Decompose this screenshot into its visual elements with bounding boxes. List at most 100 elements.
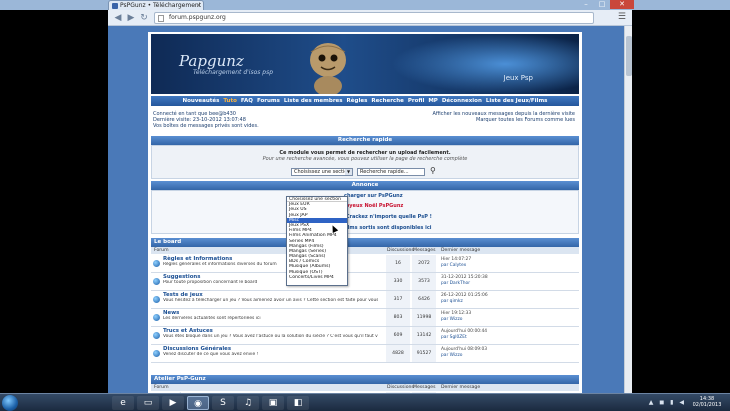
message-count: 6426 xyxy=(412,291,436,308)
nav-item[interactable]: Règles xyxy=(347,98,368,104)
chevron-down-icon[interactable]: ▼ xyxy=(345,169,352,175)
forum-row: News Les dernières actualités sont répert… xyxy=(151,309,579,327)
wrench-icon[interactable]: ☰ xyxy=(618,12,626,22)
nav-item[interactable]: Recherche xyxy=(371,98,404,104)
forum-status-icon xyxy=(153,296,160,303)
scrollbar-thumb[interactable] xyxy=(626,36,632,76)
forum-status-icon xyxy=(153,332,160,339)
message-count: 3573 xyxy=(412,273,436,290)
browser-tab[interactable]: PsPGunz • Téléchargement × xyxy=(108,0,204,10)
nav-item[interactable]: Déconnexion xyxy=(442,98,482,104)
back-arrow-icon[interactable]: ◀ xyxy=(112,12,124,24)
section-dropdown-list[interactable]: Choisissez une section Jeux EUR Jeux US Jeu… xyxy=(286,196,348,286)
last-post-date: Hier 19:12:33 xyxy=(441,311,472,316)
forum-status-icon xyxy=(153,278,160,285)
info-pm[interactable]: Vos boîtes de messages privés sont vides… xyxy=(153,123,577,129)
last-post-date: 31-12-2012 15:20:38 xyxy=(441,275,488,280)
page-icon xyxy=(158,15,164,22)
forum-status-icon xyxy=(153,314,160,321)
sackboy-icon xyxy=(310,43,346,94)
board-title[interactable]: Le board xyxy=(151,239,181,245)
last-post: 31-12-2012 15:20:38 par DarkThor xyxy=(441,275,488,286)
forward-arrow-icon[interactable]: ▶ xyxy=(125,12,137,24)
atelier-header: Atelier PsP-Gunz xyxy=(151,375,579,384)
skype-taskbar-icon[interactable]: S xyxy=(212,396,234,410)
folder-taskbar-icon[interactable]: ▭ xyxy=(137,396,159,410)
spotify-taskbar-icon[interactable]: ♫ xyxy=(237,396,259,410)
quick-search-header: Recherche rapide xyxy=(151,136,579,145)
banner-glow xyxy=(391,34,579,94)
favicon-icon xyxy=(112,3,118,9)
search-icon[interactable]: ⚲ xyxy=(430,166,436,175)
nav-item[interactable]: Nouveautés xyxy=(183,98,220,104)
page-scrollbar[interactable] xyxy=(624,26,632,393)
mark-read-link[interactable]: Marquer toutes les Forums comme lues xyxy=(433,117,575,123)
last-post-date: 26-12-2012 01:25:06 xyxy=(441,293,488,298)
chrome-taskbar-icon[interactable]: ◉ xyxy=(187,396,209,410)
quick-search-hint[interactable]: Pour une recherche avancée, vous pouvez … xyxy=(152,156,578,162)
last-post: Aujourd'hui 00:00:44 par Sgl0ZEt xyxy=(441,329,487,340)
tab-close-icon[interactable]: × xyxy=(196,1,201,10)
nav-item[interactable]: Forums xyxy=(257,98,280,104)
forum-status-icon xyxy=(153,350,160,357)
user-info: Connecté en tant que bee@b430 Dernière v… xyxy=(153,111,577,135)
atelier-column-header: Forum Discussions Messages Dernier messa… xyxy=(151,384,579,391)
nav-item[interactable]: FAQ xyxy=(241,98,253,104)
reload-icon[interactable]: ↻ xyxy=(138,12,150,24)
annonce-line[interactable]: films sortis sont disponibles ici xyxy=(344,225,432,231)
last-post-author[interactable]: par Sgl0ZEt xyxy=(441,335,467,340)
start-button[interactable] xyxy=(2,395,18,411)
dropdown-option[interactable]: Concerts/Lives MP4 xyxy=(287,275,347,280)
annonce-line[interactable]: /Crackez n'importe quelle PsP ! xyxy=(344,214,432,220)
banner-right-text: Jeux Psp xyxy=(503,74,533,82)
nav-item[interactable]: Tuto xyxy=(223,98,236,104)
nav-item[interactable]: Profil xyxy=(408,98,424,104)
page-viewport: Papgunz Téléchargement d'isos psp Jeux P… xyxy=(108,26,632,393)
ie-taskbar-icon[interactable]: e xyxy=(112,396,134,410)
last-post-author[interactable]: par DarkThor xyxy=(441,281,470,286)
address-bar[interactable]: forum.pspgunz.org xyxy=(154,12,594,24)
section-select[interactable]: Choisissez une section ▼ xyxy=(291,168,353,176)
nav-item[interactable]: Liste des membres xyxy=(284,98,343,104)
maximize-button[interactable]: □ xyxy=(594,0,610,9)
atelier-title[interactable]: Atelier PsP-Gunz xyxy=(151,376,206,382)
close-window-button[interactable]: ✕ xyxy=(610,0,634,9)
nav-item[interactable]: Liste des Jeux/Films xyxy=(486,98,548,104)
discussion-count: 317 xyxy=(386,291,410,308)
app2-taskbar-icon[interactable]: ◧ xyxy=(287,396,309,410)
col-discussions: Discussions xyxy=(387,248,414,253)
forum-description: Vous êtes bloqué dans un jeu ? Vous avez… xyxy=(163,334,378,339)
discussion-count: 609 xyxy=(386,327,410,344)
col-forum: Forum xyxy=(154,385,169,390)
quick-search-box: Ce module vous permet de rechercher un u… xyxy=(151,145,579,179)
forum-banner[interactable]: Papgunz Téléchargement d'isos psp Jeux P… xyxy=(151,34,579,94)
col-messages: Messages xyxy=(413,385,436,390)
system-tray[interactable]: ▲ ◼ ▮ ◀ xyxy=(649,399,686,406)
main-navbar: Nouveautés Tuto FAQ Forums Liste des membres… xyxy=(151,96,579,106)
last-post-date: Hier 14:07:27 xyxy=(441,257,472,262)
col-messages: Messages xyxy=(413,248,436,253)
last-post-author[interactable]: par Wizzo xyxy=(441,317,462,322)
minimize-button[interactable]: – xyxy=(578,0,594,9)
col-forum: Forum xyxy=(154,248,169,253)
forum-status-icon xyxy=(153,260,160,267)
annonce-line[interactable]: Joyeux Noël PsPGunz xyxy=(344,203,403,209)
nav-item[interactable]: MP xyxy=(428,98,438,104)
forum-row: Règles et Informations Règles générales e… xyxy=(151,255,579,273)
last-post-author[interactable]: par Calytex xyxy=(441,263,466,268)
last-post-date: Aujourd'hui 08:09:03 xyxy=(441,347,488,352)
annonce-line[interactable]: charger sur PsPGunz xyxy=(344,193,403,199)
last-post: Hier 14:07:27 par Calytex xyxy=(441,257,471,268)
board-column-header: Forum Discussions Messages Dernier messa… xyxy=(151,247,579,254)
clock[interactable]: 14:38 02/01/2013 xyxy=(688,396,726,408)
last-post-author[interactable]: par qimkz xyxy=(441,299,463,304)
section-select-value: Choisissez une section xyxy=(294,169,351,175)
discussion-count: 330 xyxy=(386,273,410,290)
app-taskbar-icon[interactable]: ▣ xyxy=(262,396,284,410)
forum-row: Discussions Générales Venez discuter de c… xyxy=(151,345,579,363)
discussion-count: 4828 xyxy=(386,345,410,362)
last-post-date: Aujourd'hui 00:00:44 xyxy=(441,329,488,334)
media-taskbar-icon[interactable]: ▶ xyxy=(162,396,184,410)
quick-search-input[interactable]: Recherche rapide... xyxy=(357,168,425,176)
last-post-author[interactable]: par Wizzo xyxy=(441,353,462,358)
